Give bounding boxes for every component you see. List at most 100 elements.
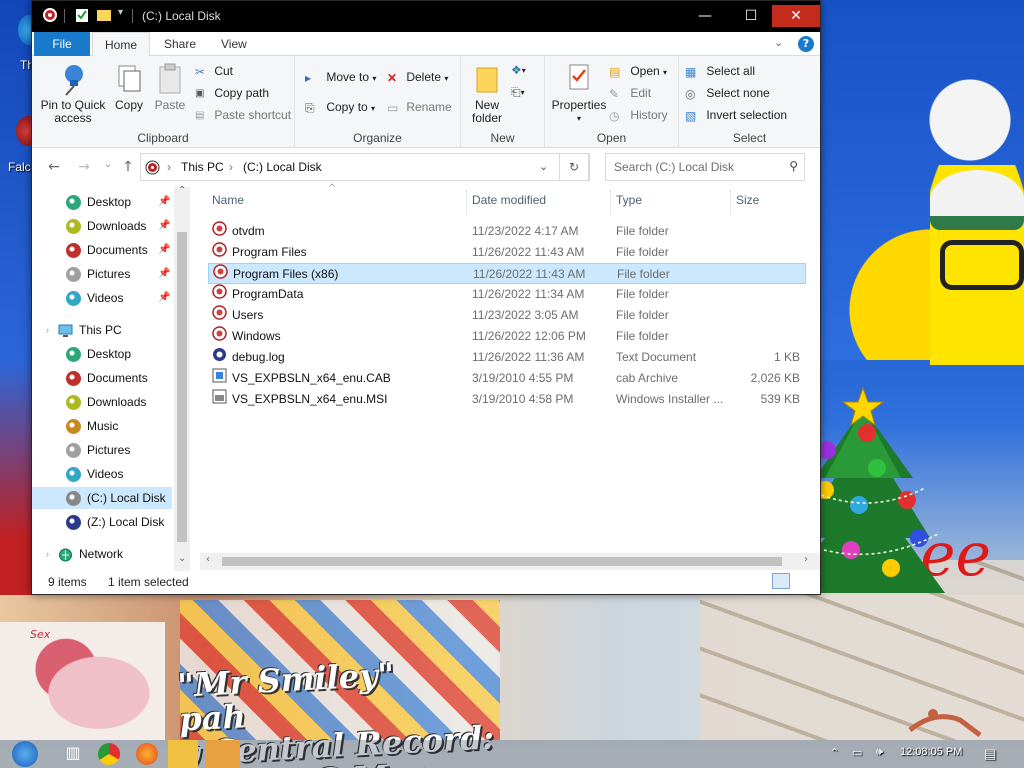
new-folder-button[interactable]: New folder — [469, 62, 505, 125]
pinned-icon[interactable]: 📌 — [158, 263, 170, 285]
open-button[interactable]: ▤ Open ▾ — [609, 62, 667, 80]
rename-button[interactable]: ▭ Rename — [387, 98, 452, 116]
hscroll-thumb[interactable] — [222, 557, 782, 566]
task-view-icon[interactable]: ▥ — [62, 743, 84, 765]
properties-button[interactable]: Properties ▾ — [551, 62, 607, 125]
tab-share[interactable]: Share — [152, 32, 208, 56]
copy-button[interactable]: Copy — [112, 62, 146, 112]
nav-item-desktop[interactable]: Desktop — [32, 343, 172, 365]
column-header-name[interactable]: Name — [212, 193, 244, 207]
new-folder-quick-icon[interactable] — [96, 7, 112, 23]
forward-button[interactable]: → — [74, 159, 94, 177]
start-button[interactable] — [12, 741, 38, 767]
active-app-taskbar-icon[interactable] — [206, 740, 240, 768]
refresh-button[interactable]: ↻ — [559, 153, 589, 181]
nav-item-videos[interactable]: Videos 📌 — [32, 287, 172, 309]
file-row[interactable]: otvdm 11/23/2022 4:17 AM File folder — [208, 221, 806, 242]
tab-file[interactable]: File — [34, 32, 90, 56]
pinned-icon[interactable]: 📌 — [158, 215, 170, 237]
nav-item-documents[interactable]: Documents 📌 — [32, 239, 172, 261]
scroll-up-icon[interactable]: ⌃ — [178, 185, 186, 196]
show-hidden-icons[interactable]: ⌃ — [830, 746, 839, 759]
minimize-button[interactable]: — — [682, 5, 728, 27]
title-bar[interactable]: ▾ (C:) Local Disk — ☐ ✕ — [32, 1, 820, 32]
nav-item-desktop[interactable]: Desktop 📌 — [32, 191, 172, 213]
desktop-icon-label[interactable]: Falc — [8, 160, 31, 174]
tab-view[interactable]: View — [209, 32, 259, 56]
nav-network[interactable]: › Network — [32, 543, 172, 565]
back-button[interactable]: ← — [44, 159, 64, 177]
breadcrumb-separator[interactable]: › — [229, 160, 233, 174]
nav-item-pictures[interactable]: Pictures 📌 — [32, 263, 172, 285]
history-button[interactable]: ◷ History — [609, 106, 668, 124]
pinned-icon[interactable]: 📌 — [158, 191, 170, 213]
nav-item-c-local-disk[interactable]: (C:) Local Disk — [32, 487, 172, 509]
file-row[interactable]: ProgramData 11/26/2022 11:34 AM File folde… — [208, 284, 806, 305]
notifications-icon[interactable]: ▤ — [984, 746, 996, 762]
delete-button[interactable]: ✕ Delete ▾ — [387, 68, 448, 86]
breadcrumb-separator[interactable]: › — [167, 160, 171, 174]
file-row[interactable]: debug.log 11/26/2022 11:36 AM Text Documen… — [208, 347, 806, 368]
copy-to-button[interactable]: ⎘ Copy to ▾ — [305, 98, 375, 116]
clock[interactable]: 12:08:05 PM — [900, 746, 962, 758]
network-tray-icon[interactable]: ▭ — [852, 746, 862, 759]
column-header-type[interactable]: Type — [616, 193, 642, 207]
chrome-icon[interactable] — [98, 743, 120, 765]
scroll-right-icon[interactable]: › — [804, 554, 808, 565]
paste-button[interactable]: Paste — [154, 62, 186, 112]
nav-this-pc[interactable]: › This PC — [32, 319, 172, 341]
nav-item-documents[interactable]: Documents — [32, 367, 172, 389]
scroll-left-icon[interactable]: ‹ — [206, 554, 210, 565]
nav-scroll-thumb[interactable] — [177, 232, 187, 542]
edit-button[interactable]: ✎ Edit — [609, 84, 651, 102]
close-button[interactable]: ✕ — [772, 5, 820, 27]
nav-item-videos[interactable]: Videos — [32, 463, 172, 485]
properties-quick-icon[interactable] — [74, 7, 90, 23]
volume-icon[interactable]: 🕪 — [876, 746, 883, 759]
collapse-ribbon-icon[interactable]: ⌄ — [774, 36, 783, 49]
tab-home[interactable]: Home — [92, 32, 151, 57]
details-view-icon[interactable] — [772, 573, 790, 589]
scroll-down-icon[interactable]: ⌄ — [178, 553, 186, 564]
file-row[interactable]: Program Files (x86) 11/26/2022 11:43 AM Fi… — [208, 263, 806, 284]
maximize-button[interactable]: ☐ — [728, 5, 774, 27]
search-box[interactable]: Search (C:) Local Disk ⚲ — [605, 153, 805, 181]
breadcrumb-local-disk[interactable]: (C:) Local Disk — [243, 160, 322, 174]
column-header-date[interactable]: Date modified — [472, 193, 546, 207]
address-bar[interactable]: › This PC › (C:) Local Disk ⌄ — [140, 153, 590, 181]
file-row[interactable]: Program Files 11/26/2022 11:43 AM File fol… — [208, 242, 806, 263]
recent-locations-button[interactable]: ⌄ — [98, 159, 118, 177]
nav-scrollbar[interactable]: ⌃ ⌄ — [174, 185, 190, 571]
pin-to-quick-access-button[interactable]: Pin to Quick access — [40, 62, 106, 125]
address-dropdown-icon[interactable]: ⌄ — [539, 160, 548, 173]
easy-access-button[interactable]: ⎗▾ — [511, 82, 525, 100]
pinned-icon[interactable]: 📌 — [158, 239, 170, 261]
expand-icon[interactable]: › — [46, 319, 49, 341]
column-header-size[interactable]: Size — [736, 193, 759, 207]
help-icon[interactable]: ? — [798, 36, 814, 52]
cut-button[interactable]: ✂ Cut — [195, 62, 233, 80]
invert-selection-button[interactable]: ▧ Invert selection — [685, 106, 787, 124]
expand-icon[interactable]: › — [46, 543, 49, 565]
file-row[interactable]: VS_EXPBSLN_x64_enu.MSI 3/19/2010 4:58 PM W… — [208, 389, 806, 410]
file-list-hscrollbar[interactable]: ‹ › — [200, 553, 820, 570]
pinned-icon[interactable]: 📌 — [158, 287, 170, 309]
nav-item-pictures[interactable]: Pictures — [32, 439, 172, 461]
file-explorer-taskbar-icon[interactable] — [168, 740, 198, 768]
nav-item-z-local-disk[interactable]: (Z:) Local Disk — [32, 511, 172, 533]
copy-path-button[interactable]: ▣ Copy path — [195, 84, 269, 102]
file-row[interactable]: Users 11/23/2022 3:05 AM File folder — [208, 305, 806, 326]
up-button[interactable]: ↑ — [118, 159, 138, 177]
new-item-button[interactable]: ❖▾ — [511, 60, 526, 78]
select-all-button[interactable]: ▦ Select all — [685, 62, 755, 80]
paste-shortcut-button[interactable]: ▤ Paste shortcut — [195, 106, 291, 124]
nav-item-music[interactable]: Music — [32, 415, 172, 437]
select-none-button[interactable]: ◎ Select none — [685, 84, 770, 102]
nav-item-downloads[interactable]: Downloads — [32, 391, 172, 413]
file-row[interactable]: Windows 11/26/2022 12:06 PM File folder — [208, 326, 806, 347]
file-row[interactable]: VS_EXPBSLN_x64_enu.CAB 3/19/2010 4:55 PM c… — [208, 368, 806, 389]
drive-app-icon[interactable] — [42, 7, 58, 23]
move-to-button[interactable]: ▸ Move to ▾ — [305, 68, 376, 86]
firefox-icon[interactable] — [136, 743, 158, 765]
nav-item-downloads[interactable]: Downloads 📌 — [32, 215, 172, 237]
